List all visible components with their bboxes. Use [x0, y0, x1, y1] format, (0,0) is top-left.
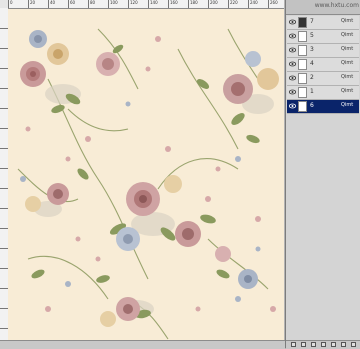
- trash-icon[interactable]: [351, 342, 356, 347]
- layer-thumbnail: [298, 59, 307, 70]
- layer-thumbnail: [298, 17, 307, 28]
- visibility-eye-icon[interactable]: [289, 61, 296, 67]
- visibility-eye-icon[interactable]: [289, 103, 296, 109]
- layer-row[interactable]: 5 Qimt: [287, 30, 359, 44]
- ruler-tick-label: 180: [188, 0, 198, 8]
- layer-name: Qimt: [341, 102, 354, 108]
- ruler-tick-label: 80: [88, 0, 95, 8]
- layer-name: Qimt: [341, 18, 354, 24]
- ruler-tick-label: 20: [28, 0, 35, 8]
- layer-name: Qimt: [341, 88, 354, 94]
- layer-number: 5: [310, 32, 314, 39]
- ruler-tick-label: 240: [248, 0, 258, 8]
- layer-thumbnail: [298, 31, 307, 42]
- layer-thumbnail: [298, 101, 307, 112]
- ruler-tick-label: 140: [148, 0, 158, 8]
- layer-row-selected[interactable]: 6 Qimt: [287, 100, 359, 114]
- ruler-tick-label: 220: [228, 0, 238, 8]
- ruler-tick-label: 260: [268, 0, 278, 8]
- ruler-tick-label: 200: [208, 0, 218, 8]
- layer-thumbnail: [298, 73, 307, 84]
- layer-name: Qimt: [341, 60, 354, 66]
- horizontal-ruler: 0 20 40 60 80 100 120 140 160 180 200 22…: [8, 0, 284, 9]
- layer-row[interactable]: 1 Qimt: [287, 86, 359, 100]
- layer-name: Qimt: [341, 74, 354, 80]
- ruler-tick-label: 160: [168, 0, 178, 8]
- ruler-tick-label: 40: [48, 0, 55, 8]
- visibility-eye-icon[interactable]: [289, 47, 296, 53]
- layer-name: Qimt: [341, 32, 354, 38]
- layer-row[interactable]: 2 Qimt: [287, 72, 359, 86]
- ruler-tick-label: 100: [108, 0, 118, 8]
- new-layer-icon[interactable]: [341, 342, 346, 347]
- visibility-eye-icon[interactable]: [289, 89, 296, 95]
- layers-panel-header: www.hxtu.com: [286, 0, 360, 15]
- ruler-tick-label: 120: [128, 0, 138, 8]
- layers-panel: www.hxtu.com 7 Qimt 5 Qimt 3 Qimt 4 Qimt…: [285, 0, 360, 349]
- layer-row[interactable]: 4 Qimt: [287, 58, 359, 72]
- watermark: www.hxtu.com: [314, 2, 359, 9]
- layer-name: Qimt: [341, 46, 354, 52]
- document-canvas[interactable]: [8, 9, 284, 340]
- layer-thumbnail: [298, 87, 307, 98]
- link-layers-icon[interactable]: [291, 342, 296, 347]
- layer-thumbnail: [298, 45, 307, 56]
- layer-number: 3: [310, 46, 314, 53]
- layer-number: 7: [310, 18, 314, 25]
- layer-row[interactable]: 3 Qimt: [287, 44, 359, 58]
- visibility-eye-icon[interactable]: [289, 75, 296, 81]
- layer-style-icon[interactable]: [301, 342, 306, 347]
- visibility-eye-icon[interactable]: [289, 19, 296, 25]
- layer-mask-icon[interactable]: [311, 342, 316, 347]
- ruler-tick-label: 60: [68, 0, 75, 8]
- floral-pattern-artwork: [17, 28, 279, 340]
- layer-row[interactable]: 7 Qimt: [287, 16, 359, 30]
- layer-number: 6: [310, 102, 314, 109]
- layer-number: 1: [310, 88, 314, 95]
- layer-number: 4: [310, 60, 314, 67]
- adjustment-layer-icon[interactable]: [321, 342, 326, 347]
- visibility-eye-icon[interactable]: [289, 33, 296, 39]
- ruler-tick-label: 0: [8, 0, 13, 8]
- layer-number: 2: [310, 74, 314, 81]
- new-group-icon[interactable]: [331, 342, 336, 347]
